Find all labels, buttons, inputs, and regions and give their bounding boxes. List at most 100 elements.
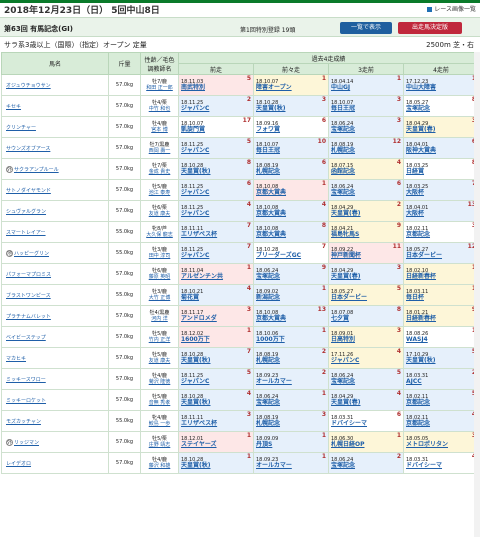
past-race-cell[interactable]: 18.03.25日経賞8: [403, 158, 479, 180]
race-image-link[interactable]: レース画像一覧: [427, 4, 476, 13]
past-race-cell[interactable]: 18.11.25 ジャパンC 5: [178, 137, 254, 159]
past-race-cell[interactable]: 18.10.08 京都大賞典 1: [253, 179, 329, 201]
past-race-cell[interactable]: 18.05.27宝塚記念8: [403, 95, 479, 117]
trainer-link[interactable]: 友道 康夫: [142, 358, 178, 364]
final-entry-button[interactable]: 出走馬決定版: [398, 22, 462, 34]
past-race-cell[interactable]: 18.10.08 京都大賞典 8: [253, 221, 329, 243]
past-race-cell[interactable]: 18.08.19 札幌記念 12: [328, 137, 404, 159]
horse-name[interactable]: ミッキーロケット: [1, 389, 109, 411]
past-race-cell[interactable]: 17.12.23中山大障害1: [403, 74, 479, 96]
past-race-cell[interactable]: 18.10.06 1000万下 1: [253, 326, 329, 348]
trainer-link[interactable]: 西岡 壽一: [142, 148, 178, 154]
past-race-cell[interactable]: 18.01.21日経新春杯9: [403, 305, 479, 327]
past-race-cell[interactable]: 18.05.27 日本ダービー 5: [328, 284, 404, 306]
past-race-cell[interactable]: 18.06.30 札幌日経OP 1: [328, 431, 404, 453]
past-race-cell[interactable]: 18.10.08 京都大賞典 4: [253, 200, 329, 222]
past-race-cell[interactable]: 18.05.27 日本ダービー 12: [403, 242, 479, 264]
list-view-button[interactable]: 一覧で表示: [340, 22, 392, 34]
past-race-cell[interactable]: 18.08.26WASJ41: [403, 326, 479, 348]
past-race-cell[interactable]: 18.11.25 ジャパンC 4: [178, 200, 254, 222]
past-race-cell[interactable]: 18.07.08 七夕賞 8: [328, 305, 404, 327]
past-race-cell[interactable]: 18.06.24 宝塚記念 5: [328, 368, 404, 390]
trainer-link[interactable]: 友道 康夫: [142, 211, 178, 217]
past-race-cell[interactable]: 18.11.25 ジャパンC 7: [178, 242, 254, 264]
past-race-cell[interactable]: 18.09.22 神戸新聞杯 11: [328, 242, 404, 264]
past-race-cell[interactable]: 18.11.11 エリザベス杯 7: [178, 221, 254, 243]
past-race-cell[interactable]: 18.05.05メトロポリタン3: [403, 431, 479, 453]
past-race-cell[interactable]: 18.09.01 日高特別 3: [328, 326, 404, 348]
past-race-cell[interactable]: 18.09.09 丹頂S 1: [253, 431, 329, 453]
trainer-link[interactable]: 音無 秀孝: [142, 400, 178, 406]
past-race-cell[interactable]: 18.03.31 ドバイシーマ 6: [328, 410, 404, 432]
horse-name[interactable]: レイデオロ: [1, 452, 109, 474]
horse-name[interactable]: サウンズオブアース: [1, 137, 109, 159]
past-race-cell[interactable]: 18.11.25 ジャパンC 6: [178, 179, 254, 201]
horse-name[interactable]: キセキ: [1, 95, 109, 117]
horse-name[interactable]: プラチナムバレット: [1, 305, 109, 327]
horse-name[interactable]: スマートレイアー: [1, 221, 109, 243]
past-race-cell[interactable]: 18.10.08 京都大賞典 13: [253, 305, 329, 327]
trainer-link[interactable]: 菊沢 隆徳: [142, 379, 178, 385]
past-race-cell[interactable]: 18.11.04 アルゼンチン共 1: [178, 263, 254, 285]
trainer-link[interactable]: 宮本 博: [142, 127, 178, 133]
past-race-cell[interactable]: 18.12.01 ステイヤーズ 1: [178, 431, 254, 453]
past-race-cell[interactable]: 18.10.28 天皇賞(秋) 7: [178, 347, 254, 369]
past-race-cell[interactable]: 18.10.28 ブリーダーズGC 7: [253, 242, 329, 264]
past-race-cell[interactable]: 18.04.21 福島牝馬S 9: [328, 221, 404, 243]
past-race-cell[interactable]: 18.04.29 天皇賞(春) 2: [328, 200, 404, 222]
past-race-cell[interactable]: 18.04.01阪神大賞典6: [403, 137, 479, 159]
past-race-cell[interactable]: 18.02.11京都記念4: [403, 410, 479, 432]
trainer-link[interactable]: 藤沢 和雄: [142, 463, 178, 469]
trainer-link[interactable]: 池江 泰寿: [142, 190, 178, 196]
past-race-cell[interactable]: 18.03.11毎日杯1: [403, 284, 479, 306]
trainer-link[interactable]: 河内 洋: [142, 316, 178, 322]
past-race-cell[interactable]: 18.06.24 宝塚記念 2: [328, 452, 404, 474]
past-race-cell[interactable]: 18.02.11京都記念5: [403, 389, 479, 411]
trainer-link[interactable]: 中竹 和也: [142, 106, 178, 112]
past-race-cell[interactable]: 18.09.02 新潟記念 1: [253, 284, 329, 306]
horse-name[interactable]: 地ハッピーグリン: [1, 242, 109, 264]
past-race-cell[interactable]: 18.04.14 中山GJ 1: [328, 74, 404, 96]
scrollbar[interactable]: [474, 52, 480, 537]
past-race-cell[interactable]: 18.04.29 天皇賞(春) 4: [328, 389, 404, 411]
past-race-cell[interactable]: 18.10.28 天皇賞(秋) 1: [178, 452, 254, 474]
horse-name[interactable]: パフォーマプロミス: [1, 263, 109, 285]
past-race-cell[interactable]: 18.10.07 凱旋門賞 17: [178, 116, 254, 138]
trainer-link[interactable]: 鮫島 一歩: [142, 421, 178, 427]
past-race-cell[interactable]: 18.06.24 宝塚記念 9: [253, 263, 329, 285]
horse-name[interactable]: 外サクラアンプルール: [1, 158, 109, 180]
horse-name[interactable]: ミッキースワロー: [1, 368, 109, 390]
past-race-cell[interactable]: 18.03.31AJCC2: [403, 368, 479, 390]
past-race-cell[interactable]: 18.10.07 毎日王冠 3: [328, 95, 404, 117]
past-race-cell[interactable]: 18.11.25 ジャパンC 2: [178, 95, 254, 117]
past-race-cell[interactable]: 18.08.19 札幌記念 3: [253, 410, 329, 432]
horse-name[interactable]: ブラストワンピース: [1, 284, 109, 306]
past-race-cell[interactable]: 18.12.02 1600万下 1: [178, 326, 254, 348]
horse-name[interactable]: 外リッジマン: [1, 431, 109, 453]
trainer-link[interactable]: 藤原 英昭: [142, 274, 178, 280]
past-race-cell[interactable]: 18.06.24 宝塚記念 1: [253, 389, 329, 411]
past-race-cell[interactable]: 17.10.29天皇賞(秋)5: [403, 347, 479, 369]
past-race-cell[interactable]: 18.07.15 函館記念 4: [328, 158, 404, 180]
past-race-cell[interactable]: 17.11.26 ジャパンC 4: [328, 347, 404, 369]
trainer-link[interactable]: 田中 淳司: [142, 253, 178, 259]
past-race-cell[interactable]: 18.09.16 フォワ賞 6: [253, 116, 329, 138]
horse-name[interactable]: クリンチャー: [1, 116, 109, 138]
past-race-cell[interactable]: 18.06.24 宝塚記念 6: [328, 179, 404, 201]
past-race-cell[interactable]: 18.04.29天皇賞(春)3: [403, 116, 479, 138]
horse-name[interactable]: モズカッチャン: [1, 410, 109, 432]
past-race-cell[interactable]: 18.08.19 札幌記念 6: [253, 158, 329, 180]
horse-name[interactable]: ベイビーステップ: [1, 326, 109, 348]
past-race-cell[interactable]: 18.04.29天皇賞(春)3: [328, 263, 404, 285]
past-race-cell[interactable]: 18.03.31ドバイシーマ4: [403, 452, 479, 474]
past-race-cell[interactable]: 18.11.25 ジャパンC 5: [178, 368, 254, 390]
trainer-link[interactable]: 庄野 靖志: [142, 442, 178, 448]
trainer-link[interactable]: 大竹 正博: [142, 295, 178, 301]
past-race-cell[interactable]: 18.03.25大阪杯7: [403, 179, 479, 201]
past-race-cell[interactable]: 18.09.23 オールカマー 1: [253, 452, 329, 474]
past-race-cell[interactable]: 18.08.19 札幌記念 2: [253, 347, 329, 369]
past-race-cell[interactable]: 18.02.10日経新春杯1: [403, 263, 479, 285]
past-race-cell[interactable]: 18.04.01 大阪杯 13: [403, 200, 479, 222]
past-race-cell[interactable]: 18.10.07 毎日王冠 10: [253, 137, 329, 159]
trainer-link[interactable]: 和田 正一郎: [142, 85, 178, 91]
